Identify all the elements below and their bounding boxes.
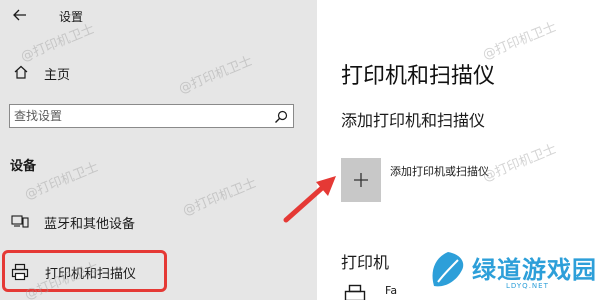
search-box[interactable]	[9, 104, 294, 128]
sidebar-item-bluetooth[interactable]: 蓝牙和其他设备	[0, 206, 317, 236]
printers-heading: 打印机	[341, 253, 390, 272]
logo-text: 绿道游戏园	[472, 256, 597, 284]
settings-window: 设置 主页 设备	[0, 0, 600, 300]
sidebar-item-label: 打印机和扫描仪	[45, 267, 137, 282]
printer-icon	[344, 284, 366, 300]
search-icon[interactable]	[274, 109, 288, 128]
sidebar-item-label: 主页	[44, 68, 71, 83]
add-printer-button[interactable]: 添加打印机或扫描仪	[341, 158, 571, 202]
sidebar: 设置 主页 设备	[0, 0, 317, 300]
sidebar-item-label: 蓝牙和其他设备	[44, 217, 136, 232]
page-title: 打印机和扫描仪	[341, 64, 496, 89]
add-section-heading: 添加打印机和扫描仪	[341, 111, 486, 130]
app-title: 设置	[59, 10, 84, 24]
site-logo: 绿道游戏园 LDYQ.NET	[426, 246, 600, 300]
keyboard-devices-icon	[11, 213, 29, 233]
back-button[interactable]	[10, 5, 30, 25]
search-input[interactable]	[10, 105, 264, 127]
logo-domain: LDYQ.NET	[506, 282, 549, 290]
printer-name: Fa	[385, 284, 398, 297]
title-bar: 设置	[0, 0, 317, 30]
sidebar-item-home[interactable]: 主页	[0, 58, 317, 86]
back-arrow-icon	[10, 5, 30, 25]
leaf-logo-icon	[432, 252, 464, 287]
add-printer-label: 添加打印机或扫描仪	[390, 165, 489, 178]
plus-icon	[354, 173, 368, 187]
printer-icon	[11, 263, 29, 285]
sidebar-item-printers[interactable]: 打印机和扫描仪	[2, 250, 167, 292]
add-tile[interactable]	[341, 158, 381, 202]
section-heading-devices: 设备	[10, 159, 37, 174]
home-icon	[13, 64, 29, 84]
